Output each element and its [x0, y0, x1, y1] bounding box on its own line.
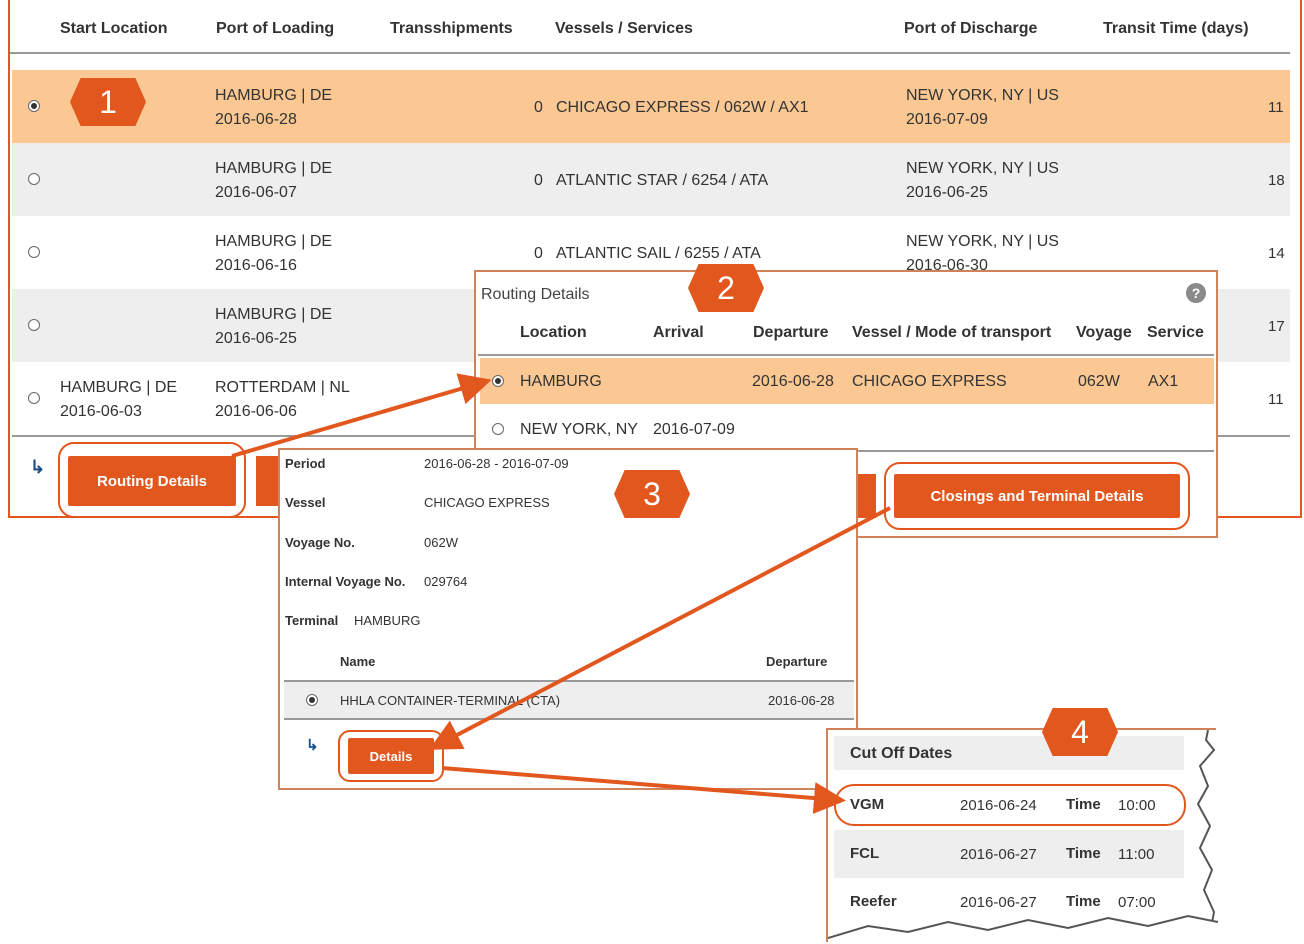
terminal-header-departure: Departure [766, 654, 828, 669]
row-pod: NEW YORK, NY | US [906, 233, 1059, 250]
terminal-row-radio[interactable] [306, 694, 318, 706]
row-pol-date: 2016-06-06 [215, 403, 297, 420]
row-transit: 11 [1268, 99, 1284, 116]
routing-header-vessel: Vessel / Mode of transport [852, 324, 1052, 341]
routing-row-voyage: 062W [1078, 373, 1120, 390]
period-label: Period [285, 456, 326, 471]
return-arrow-icon: ↳ [306, 737, 319, 754]
table-row[interactable]: HAMBURG | DE 2016-06-07 0 ATLANTIC STAR … [12, 143, 1290, 216]
period-value: 2016-06-28 - 2016-07-09 [424, 456, 569, 471]
routing-header-voyage: Voyage [1076, 324, 1132, 341]
row-vessel: CHICAGO EXPRESS / 062W / AX1 [556, 99, 809, 116]
row-radio[interactable] [28, 173, 40, 185]
row-transit: 11 [1268, 391, 1284, 408]
row-pol: HAMBURG | DE [215, 233, 333, 250]
row-radio[interactable] [28, 319, 40, 331]
terminal-details-panel: Period 2016-06-28 - 2016-07-09 Vessel CH… [278, 448, 858, 790]
row-pol-date: 2016-06-28 [215, 111, 297, 128]
header-transshipments: Transshipments [390, 20, 513, 37]
row-start: HAMBURG | DE [60, 379, 178, 396]
terminal-header-name: Name [340, 654, 376, 669]
row-pol: HAMBURG | DE [215, 306, 333, 323]
terminal-value: HAMBURG [354, 613, 421, 628]
terminal-row-date: 2016-06-28 [768, 693, 835, 708]
step-badge-3: 3 [614, 470, 690, 518]
step-badge-2: 2 [688, 264, 764, 312]
routing-row-radio[interactable] [492, 375, 504, 387]
row-pol-date: 2016-06-25 [215, 330, 297, 347]
routing-row-location: NEW YORK, NY [520, 421, 638, 438]
header-transit-time: Transit Time (days) [1103, 20, 1249, 37]
step-badge-4: 4 [1042, 708, 1118, 756]
routing-row[interactable]: HAMBURG 2016-06-28 CHICAGO EXPRESS 062W … [480, 358, 1214, 404]
routing-row-arrival: 2016-07-09 [653, 421, 735, 438]
row-pod-date: 2016-06-25 [906, 184, 988, 201]
help-icon[interactable]: ? [1186, 283, 1206, 303]
voyage-value: 062W [424, 535, 458, 550]
routing-row-service: AX1 [1148, 373, 1179, 390]
header-start-location: Start Location [60, 20, 168, 37]
return-arrow-icon: ↳ [30, 457, 46, 477]
details-button[interactable]: Details [348, 738, 434, 774]
routing-row-location: HAMBURG [520, 373, 602, 390]
routing-panel-header: Location Arrival Departure Vessel / Mode… [478, 314, 1214, 356]
cutoff-dates-panel: Cut Off Dates VGM 2016-06-24 Time 10:00 … [826, 728, 1218, 944]
row-radio[interactable] [28, 100, 40, 112]
row-pol: HAMBURG | DE [215, 87, 333, 104]
step-badge-1: 1 [70, 78, 146, 126]
torn-edge [828, 730, 1218, 944]
row-pod: NEW YORK, NY | US [906, 160, 1059, 177]
routing-details-button[interactable]: Routing Details [68, 456, 236, 506]
row-pol-date: 2016-06-16 [215, 257, 297, 274]
routing-row-vessel: CHICAGO EXPRESS [852, 373, 1007, 390]
routing-header-departure: Departure [753, 324, 829, 341]
row-transshipments: 0 [534, 99, 543, 116]
row-transshipments: 0 [534, 172, 543, 189]
main-table-header: Start Location Port of Loading Transship… [10, 8, 1290, 54]
routing-header-arrival: Arrival [653, 324, 704, 341]
routing-row-departure: 2016-06-28 [752, 373, 834, 390]
row-radio[interactable] [28, 246, 40, 258]
terminal-label: Terminal [285, 613, 339, 628]
routing-header-location: Location [520, 324, 587, 341]
row-pod: NEW YORK, NY | US [906, 87, 1059, 104]
vessel-value: CHICAGO EXPRESS [424, 495, 550, 510]
table-row[interactable]: HAMBURG | DE 2016-06-28 0 CHICAGO EXPRES… [12, 70, 1290, 143]
hidden-button[interactable] [858, 474, 876, 518]
row-transit: 17 [1268, 318, 1285, 335]
row-pod-date: 2016-07-09 [906, 111, 988, 128]
vgm-highlight [834, 784, 1186, 826]
routing-panel-title: Routing Details [481, 286, 590, 303]
internal-voyage-label: Internal Voyage No. [285, 574, 406, 589]
row-radio[interactable] [28, 392, 40, 404]
row-vessel: ATLANTIC SAIL / 6255 / ATA [556, 245, 761, 262]
voyage-label: Voyage No. [285, 535, 355, 550]
terminal-table-header: Name Departure [284, 642, 854, 682]
header-vessels-services: Vessels / Services [555, 20, 693, 37]
row-start-date: 2016-06-03 [60, 403, 142, 420]
header-port-of-loading: Port of Loading [216, 20, 335, 37]
routing-row-radio[interactable] [492, 423, 504, 435]
row-pol-date: 2016-06-07 [215, 184, 297, 201]
row-pol: HAMBURG | DE [215, 160, 333, 177]
closings-terminal-button[interactable]: Closings and Terminal Details [894, 474, 1180, 518]
internal-voyage-value: 029764 [424, 574, 468, 589]
row-pol: ROTTERDAM | NL [215, 379, 350, 396]
row-transshipments: 0 [534, 245, 543, 262]
header-port-of-discharge: Port of Discharge [904, 20, 1038, 37]
routing-header-service: Service [1147, 324, 1204, 341]
terminal-row-name: HHLA CONTAINER-TERMINAL (CTA) [340, 693, 561, 708]
row-transit: 18 [1268, 172, 1285, 189]
vessel-label: Vessel [285, 495, 326, 510]
routing-row[interactable]: NEW YORK, NY 2016-07-09 [480, 406, 1214, 452]
row-transit: 14 [1268, 245, 1285, 262]
row-vessel: ATLANTIC STAR / 6254 / ATA [556, 172, 769, 189]
terminal-row[interactable]: HHLA CONTAINER-TERMINAL (CTA) 2016-06-28 [284, 682, 854, 720]
